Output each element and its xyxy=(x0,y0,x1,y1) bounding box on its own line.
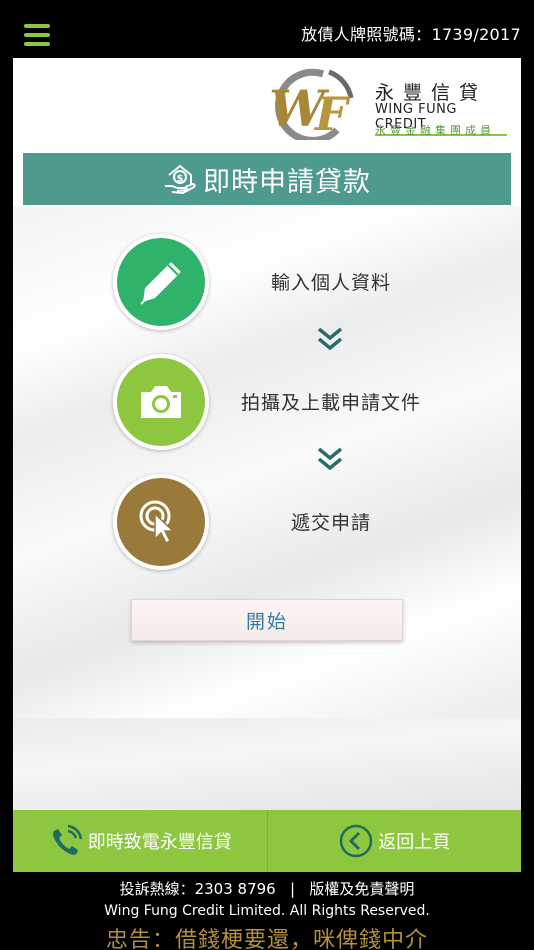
hamburger-menu-icon[interactable] xyxy=(24,24,50,46)
step-submit-application: 遞交申請 xyxy=(13,474,521,570)
step-circle xyxy=(113,474,209,570)
license-number: 放債人牌照號碼：1739/2017 xyxy=(301,25,521,44)
footer: 投訴熱線：2303 8796 | 版權及免責聲明 Wing Fung Credi… xyxy=(0,872,534,950)
back-button[interactable]: 返回上頁 xyxy=(266,810,522,872)
copyright-text: Wing Fung Credit Limited. All Rights Res… xyxy=(104,903,430,919)
background-band xyxy=(13,718,521,810)
start-button[interactable]: 開始 xyxy=(131,599,403,641)
bottom-action-bar: 即時致電永豐信貸 返回上頁 xyxy=(13,810,521,872)
wf-logo-icon: W F xyxy=(269,68,354,140)
pen-icon xyxy=(140,262,181,305)
back-button-label: 返回上頁 xyxy=(378,832,451,853)
svg-text:$: $ xyxy=(177,174,184,185)
phone-icon xyxy=(52,824,82,855)
warning-text: 忠告：借錢梗要還，咪俾錢中介 xyxy=(105,928,428,950)
step-circle xyxy=(113,234,209,330)
top-bar: 放債人牌照號碼：1739/2017 xyxy=(0,0,534,58)
call-button[interactable]: 即時致電永豐信貸 xyxy=(13,810,267,872)
step-label: 拍攝及上載申請文件 xyxy=(240,392,421,414)
footer-separator: | xyxy=(290,880,296,898)
money-hand-icon: $ xyxy=(165,164,196,194)
company-logo: W F 永豐信貸 WING FUNG CREDIT 永豐金融集團成員 xyxy=(263,68,507,140)
chevron-down-icon xyxy=(317,447,343,471)
click-icon xyxy=(139,500,175,545)
step-personal-info: 輸入個人資料 xyxy=(13,234,521,330)
footer-links: 投訴熱線：2303 8796 | 版權及免責聲明 xyxy=(0,878,534,899)
logo-name-zh: 永豐信貸 xyxy=(375,82,488,104)
page-title-bar: $ 即時申請貸款 xyxy=(23,153,511,205)
step-circle xyxy=(113,354,209,450)
svg-text:F: F xyxy=(313,87,351,140)
back-circle-icon xyxy=(340,824,373,858)
camera-icon xyxy=(141,386,181,418)
call-button-label: 即時致電永豐信貸 xyxy=(87,832,232,853)
chevron-down-icon xyxy=(317,327,343,351)
step-label: 遞交申請 xyxy=(290,512,371,534)
complaint-hotline[interactable]: 投訴熱線：2303 8796 xyxy=(120,880,276,898)
step-label: 輸入個人資料 xyxy=(270,272,391,294)
logo-subtitle: 永豐金融集團成員 xyxy=(375,124,495,137)
main-panel: W F 永豐信貸 WING FUNG CREDIT 永豐金融集團成員 $ 即時申… xyxy=(13,58,521,810)
page-title: 即時申請貸款 xyxy=(203,166,371,198)
disclaimer-link[interactable]: 版權及免責聲明 xyxy=(309,880,414,898)
step-upload-documents: 拍攝及上載申請文件 xyxy=(13,354,521,450)
